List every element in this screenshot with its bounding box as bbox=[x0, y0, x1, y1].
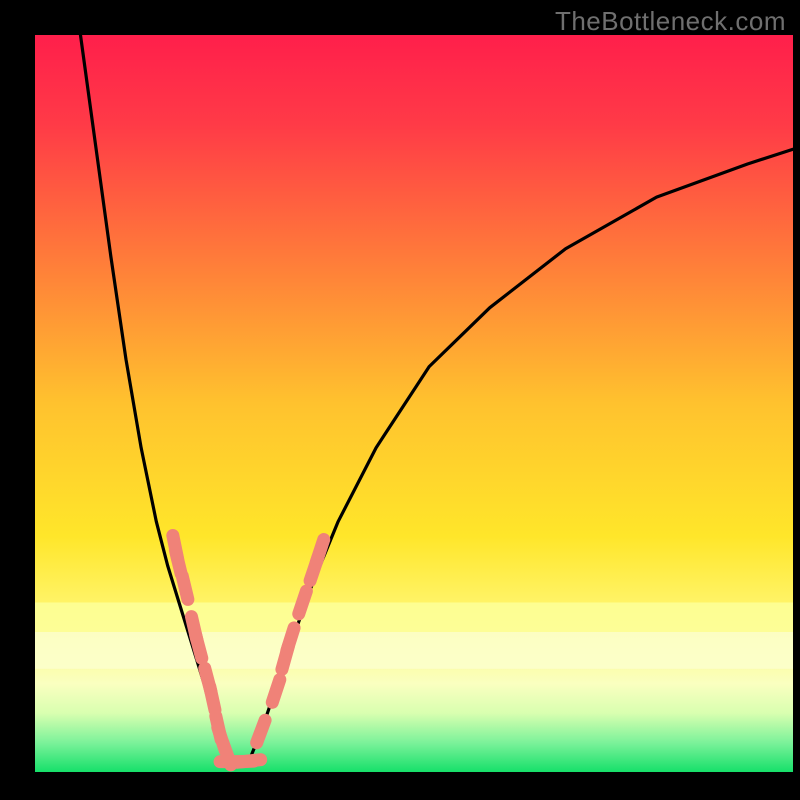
data-point-marker bbox=[272, 680, 280, 703]
data-point-marker bbox=[316, 540, 324, 563]
watermark-text: TheBottleneck.com bbox=[555, 6, 786, 37]
data-point-marker bbox=[299, 591, 307, 614]
chart-frame: TheBottleneck.com bbox=[0, 0, 800, 800]
data-point-marker bbox=[210, 687, 215, 710]
data-point-marker bbox=[196, 635, 202, 658]
data-point-marker bbox=[182, 576, 188, 599]
data-point-marker bbox=[287, 628, 294, 651]
bottleneck-curve-plot bbox=[0, 0, 800, 800]
data-point-marker bbox=[237, 760, 261, 763]
data-point-marker bbox=[257, 720, 265, 742]
